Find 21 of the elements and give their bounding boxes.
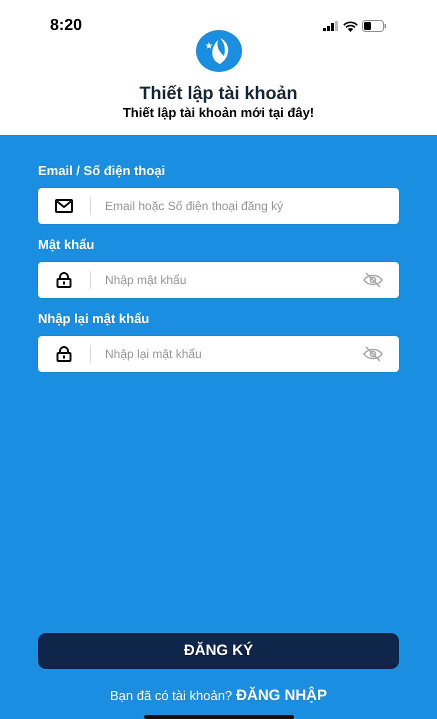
- status-time: 8:20: [50, 16, 82, 36]
- mail-icon: [55, 199, 73, 213]
- password-field[interactable]: Nhập lại mật khẩu: [38, 336, 399, 372]
- logo-icon: [196, 30, 242, 72]
- register-button[interactable]: ĐĂNG KÝ: [38, 633, 399, 669]
- signal-icon: [323, 21, 339, 31]
- field-label: Nhập lại mật khẩu: [38, 311, 150, 327]
- lock-icon: [56, 346, 72, 362]
- lock-icon: [56, 272, 72, 288]
- page-subtitle: Thiết lập tài khoản mới tại đây!: [122, 105, 316, 121]
- hidden-eye-icon[interactable]: [363, 272, 383, 288]
- battery-icon: [362, 20, 387, 32]
- page-title: Thiết lập tài khoản: [138, 83, 299, 103]
- wifi-icon: [343, 20, 358, 32]
- password-field[interactable]: Nhập mật khẩu: [38, 262, 399, 298]
- email-field[interactable]: Email hoặc Số điện thoại đăng ký: [38, 188, 399, 224]
- field-label: Email / Số điện thoại: [38, 163, 166, 179]
- login-link[interactable]: ĐĂNG NHẬP: [236, 684, 327, 708]
- login-prompt: Bạn đã có tài khoản?: [110, 687, 232, 706]
- field-label: Mật khẩu: [38, 237, 96, 253]
- hidden-eye-icon[interactable]: [363, 346, 383, 362]
